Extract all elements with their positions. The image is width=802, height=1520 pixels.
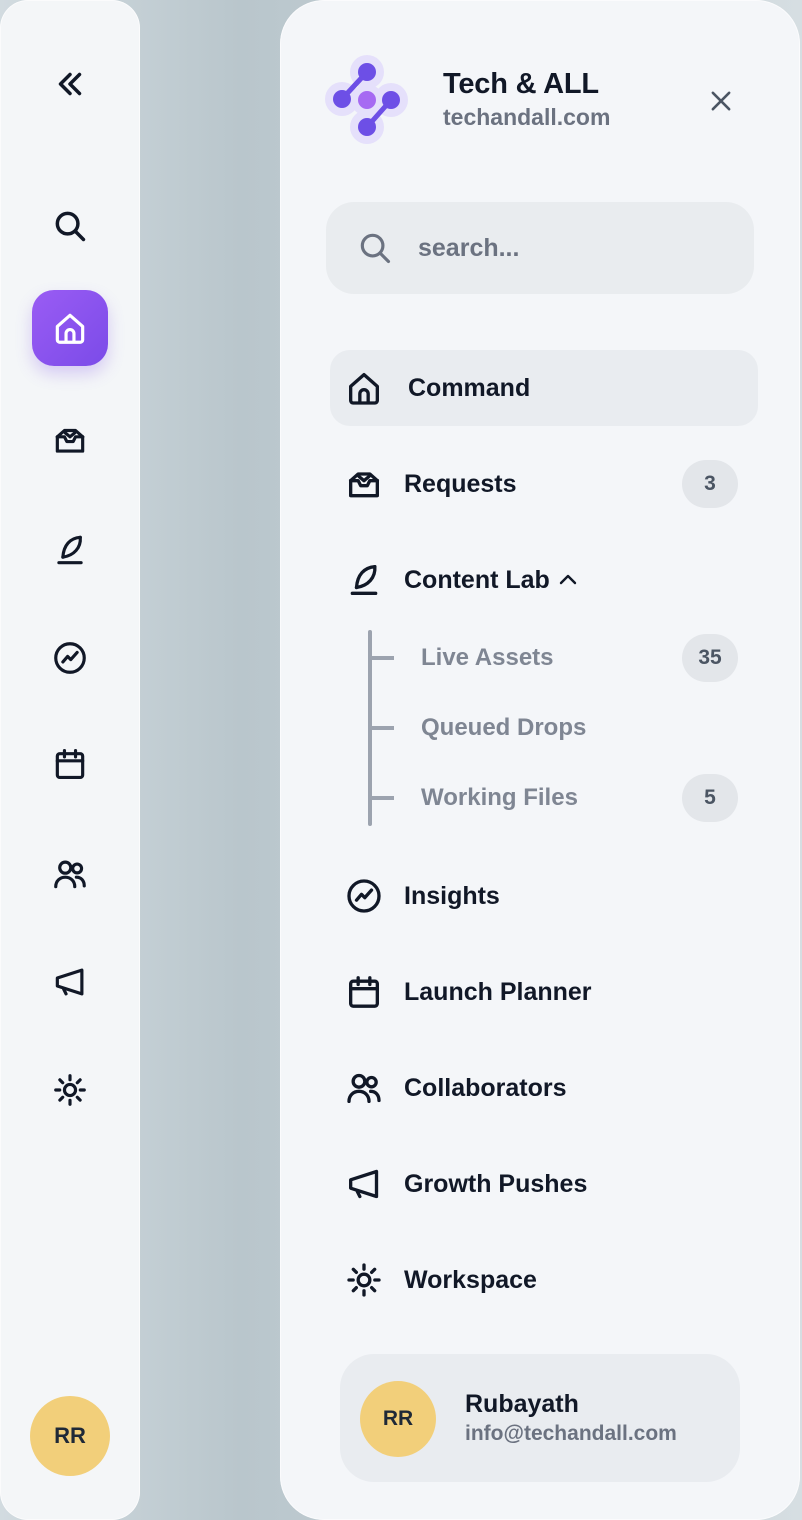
user-profile-card[interactable]: RR Rubayath info@techandall.com	[340, 1354, 740, 1482]
brand-name: Tech & ALL	[443, 68, 599, 100]
home-icon	[55, 313, 85, 344]
count-badge: 3	[682, 460, 738, 508]
rail-item-launch-planner[interactable]	[32, 726, 108, 802]
rail-item-growth-pushes[interactable]	[32, 944, 108, 1020]
sub-item-label: Working Files	[421, 784, 578, 811]
molecule-logo-icon	[325, 55, 408, 144]
feather-icon	[57, 535, 83, 565]
rail-item-requests[interactable]	[32, 402, 108, 478]
brand-domain: techandall.com	[443, 104, 611, 130]
double-chevron-left-icon	[58, 72, 82, 96]
rail-item-collaborators[interactable]	[32, 836, 108, 912]
collapsed-sidebar: RR	[0, 0, 140, 1520]
close-icon	[711, 91, 731, 111]
nav-item-workspace[interactable]: Workspace	[330, 1242, 758, 1318]
megaphone-icon	[349, 1169, 379, 1199]
nav-item-insights[interactable]: Insights	[330, 858, 758, 934]
nav-label: Launch Planner	[404, 977, 592, 1006]
tree-branch	[368, 726, 394, 730]
sub-item-label: Live Assets	[421, 644, 554, 671]
nav-label: Command	[408, 373, 531, 402]
search-input[interactable]	[418, 233, 738, 263]
users-icon	[54, 860, 86, 889]
rail-search-button[interactable]	[32, 188, 108, 264]
close-button[interactable]	[700, 80, 742, 122]
rail-user-avatar[interactable]: RR	[30, 1396, 110, 1476]
megaphone-icon	[55, 968, 84, 996]
trend-icon	[347, 879, 381, 913]
collapse-button[interactable]	[32, 46, 108, 122]
sub-item-label: Queued Drops	[421, 714, 587, 741]
nav-label: Content Lab	[404, 565, 550, 594]
nav-item-collaborators[interactable]: Collaborators	[330, 1050, 758, 1126]
rail-item-content-lab[interactable]	[32, 512, 108, 588]
trend-icon	[54, 642, 86, 674]
count-badge: 5	[682, 774, 738, 822]
user-name: Rubayath	[465, 1390, 579, 1418]
calendar-icon	[349, 976, 379, 1008]
avatar: RR	[360, 1381, 436, 1457]
tree-branch	[368, 656, 394, 660]
rail-item-command[interactable]	[32, 290, 108, 366]
nav-item-growth-pushes[interactable]: Growth Pushes	[330, 1146, 758, 1222]
search-box[interactable]	[326, 202, 754, 294]
nav-label: Insights	[404, 881, 500, 910]
nav-item-command[interactable]: Command	[330, 350, 758, 426]
user-email: info@techandall.com	[465, 1422, 677, 1445]
sub-item-live-assets[interactable]: Live Assets 35	[368, 627, 758, 689]
feather-icon	[350, 565, 378, 595]
sub-item-working-files[interactable]: Working Files 5	[368, 767, 758, 829]
nav-label: Workspace	[404, 1265, 537, 1294]
nav-label: Collaborators	[404, 1073, 567, 1102]
nav-item-launch-planner[interactable]: Launch Planner	[330, 954, 758, 1030]
tree-branch	[368, 796, 394, 800]
users-icon	[347, 1073, 381, 1103]
chevron-up-icon[interactable]	[556, 568, 580, 592]
sun-icon	[54, 1074, 86, 1106]
count-badge: 35	[682, 634, 738, 682]
home-icon	[349, 373, 379, 405]
calendar-icon	[55, 748, 85, 780]
sun-icon	[347, 1263, 381, 1297]
nav-label: Requests	[404, 469, 517, 498]
inbox-icon	[55, 428, 85, 453]
nav-item-requests[interactable]: Requests 3	[330, 446, 758, 522]
nav-item-content-lab[interactable]: Content Lab	[330, 542, 758, 618]
search-icon	[360, 233, 391, 264]
sub-item-queued-drops[interactable]: Queued Drops	[368, 697, 758, 759]
rail-item-workspace[interactable]	[32, 1052, 108, 1128]
nav-label: Growth Pushes	[404, 1169, 588, 1198]
rail-item-insights[interactable]	[32, 620, 108, 696]
expanded-sidebar: Tech & ALL techandall.com Command Reques…	[280, 0, 800, 1520]
search-icon	[55, 211, 86, 242]
inbox-icon	[349, 472, 379, 498]
